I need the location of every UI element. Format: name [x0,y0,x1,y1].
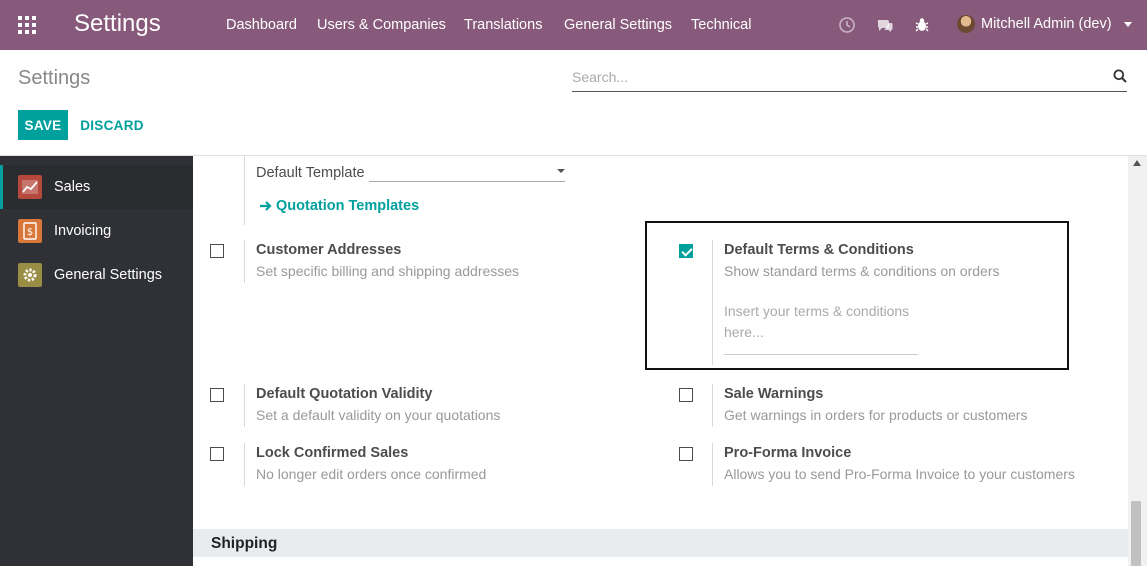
quotation-templates-label: Quotation Templates [276,198,420,214]
top-navbar: Settings Dashboard Users & Companies Tra… [0,0,1147,50]
default-template-label: Default Template [256,165,365,181]
sales-icon [18,175,42,199]
nav-technical[interactable]: Technical [691,17,751,33]
sidebar-item-label: Sales [54,179,91,195]
default-terms-checkbox[interactable] [679,244,693,258]
scrollbar-thumb[interactable] [1131,501,1141,566]
settings-sidebar: Sales $ Invoicing General Settings [0,156,193,566]
section-title: Shipping [211,535,278,552]
user-name: Mitchell Admin (dev) [981,16,1112,32]
customer-addresses-title: Customer Addresses [256,242,402,258]
terms-textarea[interactable] [724,301,918,355]
quotation-validity-title: Default Quotation Validity [256,386,433,402]
sale-warnings-description: Get warnings in orders for products or c… [724,407,1028,423]
default-terms-description: Show standard terms & conditions on orde… [724,263,1000,279]
nav-users-companies[interactable]: Users & Companies [317,17,446,33]
scrollbar[interactable] [1128,156,1147,566]
sidebar-item-sales[interactable]: Sales [0,165,193,209]
divider [244,443,245,486]
save-button[interactable]: SAVE [18,110,68,140]
pro-forma-checkbox[interactable] [679,447,693,461]
sidebar-item-label: Invoicing [54,223,112,239]
default-template-select[interactable] [369,162,565,182]
lock-confirmed-title: Lock Confirmed Sales [256,445,409,461]
discard-button[interactable]: DISCARD [78,110,146,140]
page-title: Settings [18,67,91,89]
bug-icon[interactable] [913,16,931,34]
app-brand-title[interactable]: Settings [74,10,161,38]
chat-icon[interactable] [876,16,894,34]
quotation-validity-checkbox[interactable] [210,388,224,402]
lock-confirmed-description: No longer edit orders once confirmed [256,466,487,482]
section-header-shipping: Shipping [193,529,1128,557]
pro-forma-description: Allows you to send Pro-Forma Invoice to … [724,466,1075,482]
search-bar [572,63,1127,92]
search-icon[interactable] [1113,69,1127,83]
quotation-templates-link[interactable]: Quotation Templates [259,198,419,214]
sidebar-item-general-settings[interactable]: General Settings [0,253,193,297]
sale-warnings-checkbox[interactable] [679,388,693,402]
nav-translations[interactable]: Translations [464,17,542,33]
invoicing-icon: $ [18,219,42,243]
gear-icon [18,263,42,287]
search-input[interactable] [572,67,1092,87]
clock-icon[interactable] [838,16,856,34]
user-menu[interactable]: Mitchell Admin (dev) [957,15,1132,33]
chevron-down-icon [557,169,565,173]
divider [712,443,713,486]
customer-addresses-checkbox[interactable] [210,244,224,258]
sidebar-item-label: General Settings [54,267,163,283]
arrow-right-icon [260,201,272,211]
divider [244,240,245,283]
nav-general-settings[interactable]: General Settings [564,17,672,33]
nav-dashboard[interactable]: Dashboard [226,17,297,33]
divider [244,156,245,225]
avatar [957,15,975,33]
quotation-validity-description: Set a default validity on your quotation… [256,407,501,423]
settings-content: Default Template Quotation Templates Cus… [193,156,1128,566]
divider [712,384,713,427]
sale-warnings-title: Sale Warnings [724,386,824,402]
lock-confirmed-checkbox[interactable] [210,447,224,461]
chevron-down-icon [1123,21,1132,27]
svg-text:$: $ [27,227,33,238]
pro-forma-title: Pro-Forma Invoice [724,445,852,461]
sidebar-item-invoicing[interactable]: $ Invoicing [0,209,193,253]
divider [712,240,713,365]
divider [244,384,245,427]
default-terms-title: Default Terms & Conditions [724,242,914,258]
apps-menu-icon[interactable] [18,16,36,34]
customer-addresses-description: Set specific billing and shipping addres… [256,263,520,279]
scroll-up-arrow-icon[interactable] [1133,160,1141,166]
